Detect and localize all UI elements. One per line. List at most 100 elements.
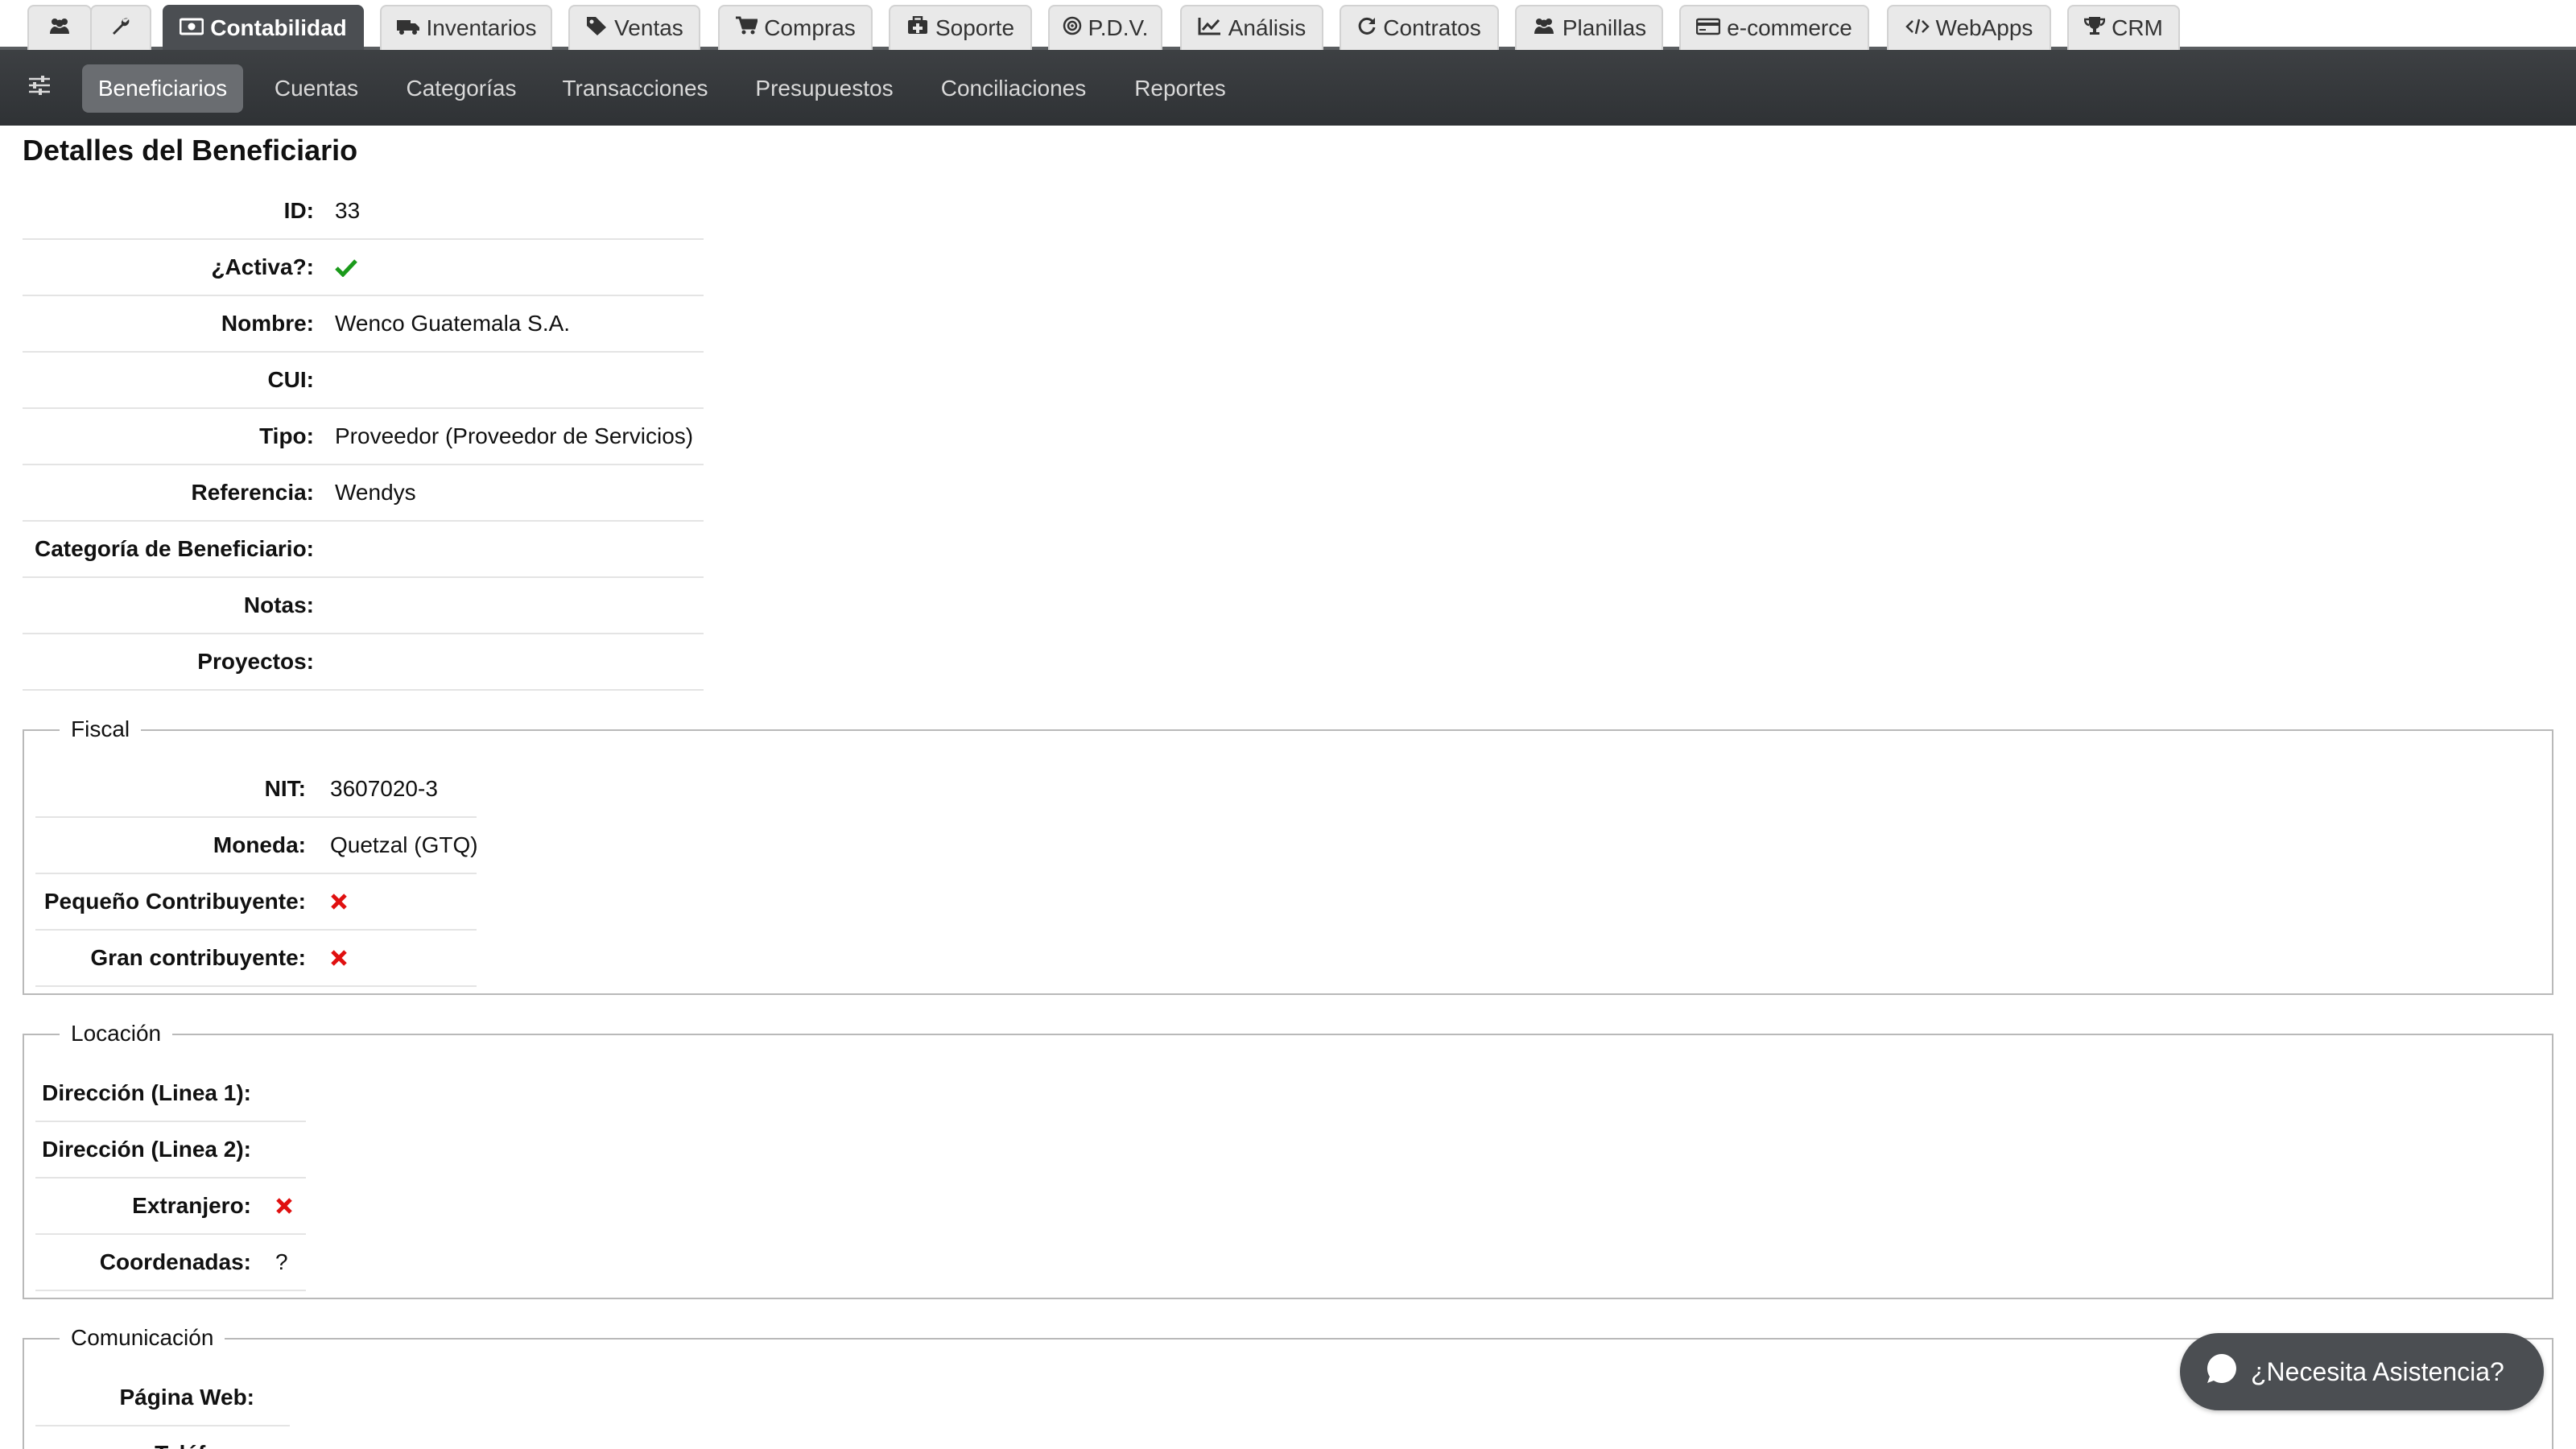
detail-label: ¿Activa?: — [211, 254, 314, 279]
detail-value: Wendys — [335, 480, 416, 505]
detail-row-proyectos: Proyectos: — [23, 634, 704, 691]
target-icon — [1063, 15, 1082, 41]
subnav-categorias[interactable]: Categorías — [390, 64, 533, 113]
subnav-cuentas[interactable]: Cuentas — [261, 64, 372, 113]
detail-row-nombre: Nombre: Wenco Guatemala S.A. — [23, 296, 704, 353]
detail-label: Nombre: — [221, 311, 314, 336]
sliders-icon[interactable] — [27, 74, 52, 101]
fieldset-fiscal: Fiscal NIT: 3607020-3 Moneda: Quetzal (G… — [23, 716, 2553, 995]
fiscal-row-nit: NIT: 3607020-3 — [35, 762, 477, 818]
subnav-transacciones[interactable]: Transacciones — [551, 64, 720, 113]
detail-label: Notas: — [243, 592, 314, 617]
refresh-icon — [1357, 15, 1377, 41]
tab-label: WebApps — [1935, 15, 2033, 40]
users-icon — [47, 15, 72, 41]
trophy-icon — [2083, 15, 2106, 41]
detail-label: Referencia: — [191, 480, 314, 505]
detail-label: ID: — [283, 198, 314, 223]
chat-bubble-icon — [2206, 1352, 2238, 1391]
fiscal-row-gran-contribuyente: Gran contribuyente: — [35, 931, 477, 987]
detail-label: Proyectos: — [197, 649, 314, 674]
detail-row-tipo: Tipo: Proveedor (Proveedor de Servicios) — [23, 409, 704, 465]
tab-crm[interactable]: CRM — [2067, 5, 2180, 50]
tab-planillas[interactable]: Planillas — [1515, 5, 1663, 50]
subnav-beneficiarios[interactable]: Beneficiarios — [82, 64, 243, 113]
fieldset-legend: Locación — [60, 1021, 173, 1046]
cart-icon — [735, 15, 759, 41]
tab-analisis[interactable]: Análisis — [1180, 5, 1323, 50]
tab-label: Análisis — [1228, 15, 1307, 40]
truck-icon — [396, 15, 420, 41]
comunicacion-label: Página Web: — [119, 1385, 254, 1410]
tab-label: Inventarios — [426, 15, 537, 40]
detail-label: CUI: — [267, 367, 314, 392]
fieldset-comunicacion: Comunicación Página Web: Teléfono: — [23, 1325, 2553, 1449]
locacion-label: Dirección (Linea 2): — [42, 1137, 251, 1162]
tab-label: Contabilidad — [210, 15, 347, 40]
page-title: Detalles del Beneficiario — [23, 134, 358, 167]
subnav-conciliaciones[interactable]: Conciliaciones — [929, 64, 1098, 113]
tab-pdv[interactable]: P.D.V. — [1048, 5, 1162, 50]
subnav-reportes[interactable]: Reportes — [1116, 64, 1245, 113]
detail-label: Categoría de Beneficiario: — [35, 536, 314, 561]
tab-label: Contratos — [1383, 15, 1481, 40]
comunicacion-row-telefono: Teléfono: — [35, 1426, 290, 1449]
locacion-row-extranjero: Extranjero: — [35, 1179, 306, 1235]
detail-row-id: ID: 33 — [23, 184, 704, 240]
fieldset-locacion: Locación Dirección (Linea 1): Dirección … — [23, 1021, 2553, 1299]
fiscal-label: NIT: — [264, 776, 306, 801]
tab-inventarios[interactable]: Inventarios — [380, 5, 552, 50]
module-tab-bar: Contabilidad Inventarios Ventas Compras … — [0, 0, 2576, 50]
x-icon — [330, 931, 348, 985]
tab-label: P.D.V. — [1088, 15, 1149, 40]
detail-row-referencia: Referencia: Wendys — [23, 465, 704, 522]
locacion-row-direccion-1: Dirección (Linea 1): — [35, 1066, 306, 1122]
tab-ventas[interactable]: Ventas — [568, 5, 700, 50]
tab-label: Soporte — [935, 15, 1015, 40]
fieldset-legend: Fiscal — [60, 716, 142, 742]
tab-webapps[interactable]: WebApps — [1887, 5, 2051, 50]
detail-row-cui: CUI: — [23, 353, 704, 409]
tab-contratos[interactable]: Contratos — [1340, 5, 1499, 50]
users-icon — [1532, 15, 1556, 41]
fiscal-row-moneda: Moneda: Quetzal (GTQ) — [35, 818, 478, 874]
tab-soporte[interactable]: Soporte — [889, 5, 1032, 50]
detail-label: Tipo: — [259, 423, 314, 448]
tab-users[interactable] — [27, 5, 92, 50]
tab-settings[interactable] — [90, 5, 151, 50]
fiscal-value: Quetzal (GTQ) — [330, 832, 478, 857]
tab-label: Ventas — [614, 15, 683, 40]
fiscal-row-pequeno-contribuyente: Pequeño Contribuyente: — [35, 874, 477, 931]
tab-compras[interactable]: Compras — [718, 5, 873, 50]
fiscal-label: Moneda: — [213, 832, 306, 857]
detail-value: 33 — [335, 198, 361, 223]
money-icon — [179, 15, 204, 41]
detail-row-categoria: Categoría de Beneficiario: — [23, 522, 704, 578]
wrench-icon — [110, 15, 131, 42]
detail-value: Wenco Guatemala S.A. — [335, 311, 571, 336]
locacion-label: Dirección (Linea 1): — [42, 1080, 251, 1105]
tab-label: CRM — [2112, 15, 2163, 40]
tab-label: Planillas — [1562, 15, 1647, 40]
x-icon — [275, 1179, 293, 1233]
assistance-chat-button[interactable]: ¿Necesita Asistencia? — [2180, 1333, 2544, 1410]
fiscal-label: Pequeño Contribuyente: — [43, 889, 306, 914]
detail-row-activa: ¿Activa?: — [23, 240, 704, 296]
subnav-presupuestos[interactable]: Presupuestos — [737, 64, 911, 113]
check-icon — [335, 240, 357, 295]
detail-row-notas: Notas: — [23, 578, 704, 634]
sub-navigation: Beneficiarios Cuentas Categorías Transac… — [0, 50, 2576, 126]
locacion-label: Coordenadas: — [99, 1249, 251, 1274]
locacion-row-direccion-2: Dirección (Linea 2): — [35, 1122, 306, 1179]
credit-card-icon — [1695, 15, 1721, 41]
locacion-row-coordenadas: Coordenadas: ? — [35, 1235, 306, 1291]
fieldset-legend: Comunicación — [60, 1325, 225, 1351]
fiscal-label: Gran contribuyente: — [90, 945, 306, 970]
comunicacion-row-pagina-web: Página Web: — [35, 1370, 290, 1426]
code-icon — [1905, 15, 1930, 41]
comunicacion-label: Teléfono: — [35, 1426, 254, 1449]
tab-ecommerce[interactable]: e-commerce — [1679, 5, 1869, 50]
line-chart-icon — [1198, 15, 1222, 41]
medkit-icon — [906, 15, 929, 41]
tab-contabilidad[interactable]: Contabilidad — [163, 5, 364, 50]
